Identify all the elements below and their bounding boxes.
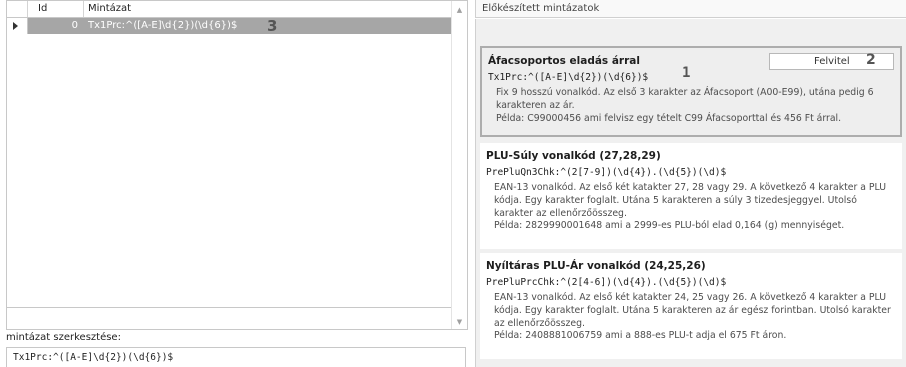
pattern-grid[interactable]: Id Mintázat 0 Tx1Prc:^([A-E]\d{2})(\d{6}… <box>6 0 468 330</box>
annotation-marker-1: 1 <box>682 65 691 81</box>
template-regex: PrePluQn3Chk:^(2[7-9])(\d{4}).(\d{5})(\d… <box>486 167 727 178</box>
add-template-button[interactable]: Felvitel 2 <box>769 53 894 70</box>
triangle-right-icon <box>13 22 18 30</box>
template-card-plu-weight[interactable]: PLU-Súly vonalkód (27,28,29) PrePluQn3Ch… <box>480 143 902 249</box>
template-description: EAN-13 vonalkód. Az első két katakter 27… <box>494 182 887 219</box>
table-row[interactable]: 0 Tx1Prc:^([A-E]\d{2})(\d{6})$ 3 <box>7 18 452 34</box>
template-regex: Tx1Prc:^([A-E]\d{2})(\d{6})$ 1 <box>488 66 894 84</box>
template-card-plu-price[interactable]: Nyíltáras PLU-Ár vonalkód (24,25,26) Pre… <box>480 253 902 359</box>
template-description: EAN-13 vonalkód. Az első két katakter 24… <box>494 292 891 329</box>
templates-panel: Előkészített mintázatok Áfacsoportos ela… <box>475 0 906 367</box>
template-card-vat-price[interactable]: Áfacsoportos eladás árral Tx1Prc:^([A-E]… <box>480 46 902 137</box>
grid-header: Id Mintázat <box>7 1 452 18</box>
template-regex-text: Tx1Prc:^([A-E]\d{2})(\d{6})$ <box>488 72 649 83</box>
add-template-button-label: Felvitel <box>814 56 850 67</box>
column-header-id[interactable]: Id <box>28 1 84 17</box>
template-regex: PrePluPrcChk:^(2[4-6])(\d{4}).(\d{5})(\d… <box>486 277 727 288</box>
scroll-down-arrow-icon[interactable]: ▼ <box>455 318 464 326</box>
annotation-marker-3: 3 <box>267 17 278 35</box>
row-selector[interactable] <box>7 18 28 34</box>
scroll-up-arrow-icon[interactable]: ▲ <box>455 6 464 14</box>
template-example: Példa: 2829990001648 ami a 2999-es PLU-b… <box>494 220 845 232</box>
pattern-editor-label: mintázat szerkesztése: <box>6 332 121 343</box>
row-selector-header <box>7 1 28 17</box>
template-title: PLU-Súly vonalkód (27,28,29) <box>486 150 661 162</box>
cell-id[interactable]: 0 <box>28 18 84 34</box>
column-header-pattern[interactable]: Mintázat <box>84 1 452 17</box>
template-example: Példa: C99000456 ami felvisz egy tételt … <box>496 112 842 124</box>
vertical-scrollbar[interactable]: ▲ ▼ <box>451 1 467 329</box>
template-title: Nyíltáras PLU-Ár vonalkód (24,25,26) <box>486 260 706 272</box>
templates-list[interactable]: Áfacsoportos eladás árral Tx1Prc:^([A-E]… <box>475 19 906 367</box>
grid-divider <box>7 307 452 308</box>
annotation-marker-2: 2 <box>866 52 876 68</box>
template-example: Példa: 2408881006759 ami a 888-es PLU-t … <box>494 330 787 342</box>
templates-panel-title: Előkészített mintázatok <box>475 0 906 18</box>
template-description: Fix 9 hosszú vonalkód. Az első 3 karakte… <box>496 87 874 111</box>
pattern-editor-input[interactable]: Tx1Prc:^([A-E]\d{2})(\d{6})$ <box>6 347 466 367</box>
